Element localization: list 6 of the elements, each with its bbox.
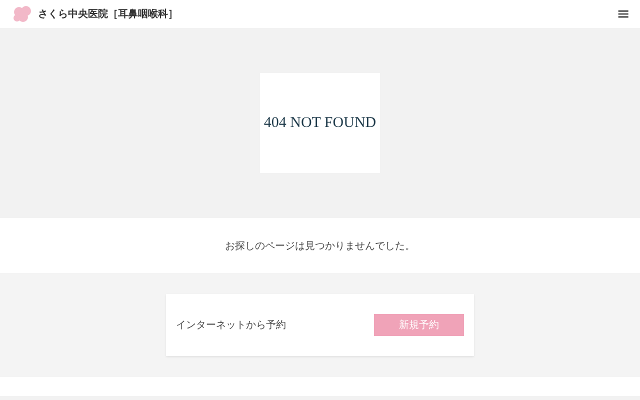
site-logo-text[interactable]: さくら中央医院［耳鼻咽喉科］ xyxy=(38,7,178,21)
not-found-message: お探しのページは見つかりませんでした。 xyxy=(225,240,415,252)
menu-icon[interactable]: ≡ xyxy=(616,6,630,22)
flower-logo-icon xyxy=(12,5,34,23)
error-title: 404 NOT FOUND xyxy=(260,73,380,173)
reservation-label: インターネットから予約 xyxy=(176,319,286,332)
